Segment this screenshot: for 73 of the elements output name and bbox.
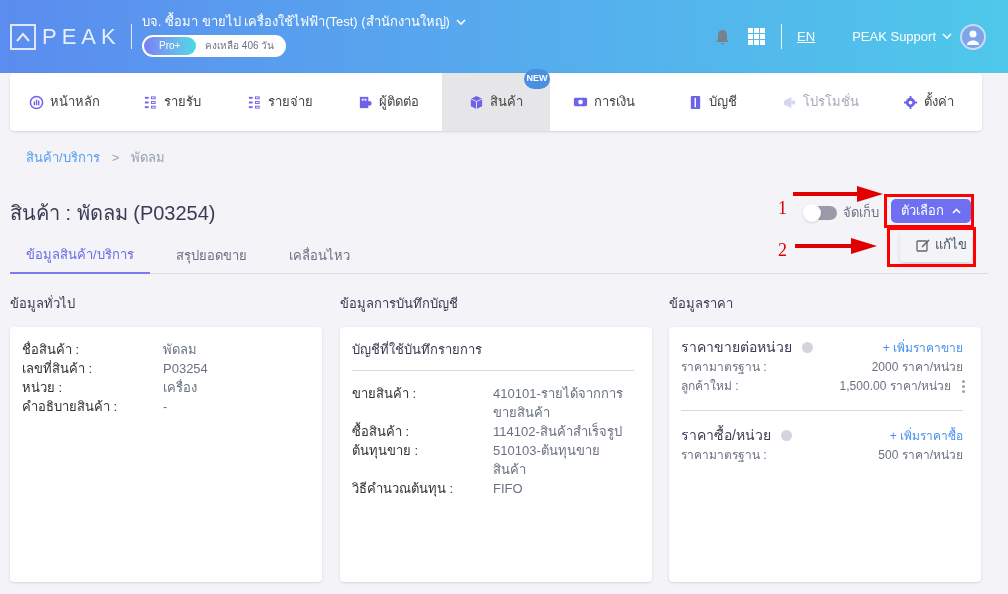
field-label: เลขที่สินค้า : [22, 359, 94, 378]
breadcrumb-separator: > [111, 149, 120, 167]
price-value: 1,500.00 ราคา/หน่วย [839, 378, 951, 395]
field-value: 410101-รายได้จากการขายสินค้า [493, 385, 623, 422]
annotation-number: 2 [778, 239, 787, 262]
nav-tab[interactable]: ตั้งค่า [874, 73, 982, 131]
toggle-label: จัดเก็บ [843, 203, 879, 222]
new-badge: NEW [524, 69, 550, 89]
card-title: บัญชีที่ใช้บันทึกรายการ [352, 340, 482, 359]
breadcrumb-link[interactable]: สินค้า/บริการ [26, 148, 100, 168]
nav-tab[interactable]: หน้าหลัก [10, 73, 118, 131]
field-value: 114102-สินค้าสำเร็จรูป [493, 422, 623, 441]
tab[interactable]: เคลื่อนไหว [272, 238, 366, 274]
field-label: หน่วย : [22, 379, 64, 397]
plan-name: Pro+ [143, 36, 196, 55]
section-heading: ข้อมูลทั่วไป [10, 294, 75, 314]
nav-tab[interactable]: รายจ่าย [226, 73, 334, 131]
field-label: ซื้อสินค้า : [352, 422, 411, 441]
logo-text: PEAK [42, 23, 121, 51]
annotation-number: 1 [778, 197, 787, 220]
field-label: คำอธิบายสินค้า : [22, 398, 119, 416]
field-value: FIFO [493, 480, 524, 498]
page-title: สินค้า : พัดลม (P03254) [10, 201, 216, 226]
list-icon [143, 94, 158, 110]
megaphone-icon [781, 94, 797, 110]
field-label: ชื่อสินค้า : [22, 340, 81, 359]
avatar-icon[interactable] [960, 23, 986, 50]
help-icon[interactable] [780, 430, 792, 441]
add-price-link[interactable]: + เพิ่มราคาซื้อ [889, 426, 963, 445]
field-label: วิธีคำนวณต้นทุน : [352, 480, 455, 498]
price-label: ราคามาตรฐาน : [681, 447, 767, 464]
toggle-switch[interactable] [805, 205, 837, 220]
field-value: P03254 [163, 360, 208, 378]
field-label: ขายสินค้า : [352, 385, 418, 403]
price-label: ลูกค้าใหม่ : [681, 378, 739, 396]
options-button[interactable]: ตัวเลือก [891, 199, 971, 223]
price-group-title: ราคาซื้อ/หน่วย [681, 425, 771, 445]
field-value: เครื่อง [163, 378, 197, 397]
price-value: 500 ราคา/หน่วย [878, 447, 963, 464]
field-label: ต้นทุนขาย : [352, 442, 420, 461]
field-value: พัดลม [163, 341, 197, 359]
chevron-icon [952, 208, 961, 214]
nav-tab[interactable]: การเงิน [550, 73, 658, 131]
menu-item[interactable]: แก้ไข [900, 232, 983, 258]
tab[interactable]: ข้อมูลสินค้า/บริการ [10, 238, 150, 274]
building-icon [357, 94, 373, 110]
chart-icon [28, 94, 44, 110]
settings-icon [902, 94, 918, 110]
apps-grid-icon[interactable] [748, 28, 766, 45]
help-icon[interactable] [802, 342, 813, 353]
chevron-icon[interactable] [455, 18, 466, 26]
logo-icon [10, 23, 36, 50]
breadcrumb-current: พัดลม [131, 149, 166, 167]
kebab-menu-icon[interactable] [961, 380, 965, 393]
remaining-days: คงเหลือ 406 วัน [195, 38, 284, 54]
price-value: 2000 ราคา/หน่วย [871, 359, 963, 376]
nav-tab[interactable]: ผู้ติดต่อ [334, 73, 442, 131]
bell-icon[interactable] [715, 28, 731, 45]
tab[interactable]: สรุปยอดขาย [159, 238, 263, 274]
add-price-link[interactable]: + เพิ่มราคาขาย [882, 338, 963, 357]
company-name[interactable]: บจ. ซื้อมา ขายไป เครื่องใช้ไฟฟ้า(Test) (สำนักงานใหญ่) [141, 12, 450, 32]
chevron-icon [942, 33, 952, 40]
edit-icon [916, 238, 930, 252]
field-value: 510103-ต้นทุนขายสินค้า [493, 442, 601, 479]
section-heading: ข้อมูลการบันทึกบัญชี [340, 295, 458, 314]
list-icon [247, 94, 262, 110]
nav-tab[interactable]: รายรับ [118, 73, 226, 131]
nav-tab[interactable]: บัญชี [658, 73, 766, 131]
box-icon [469, 94, 484, 110]
section-heading: ข้อมูลราคา [669, 295, 733, 314]
price-label: ราคามาตรฐาน : [681, 359, 767, 376]
price-group-title: ราคาขายต่อหน่วย [681, 338, 792, 357]
field-value: - [163, 398, 168, 416]
